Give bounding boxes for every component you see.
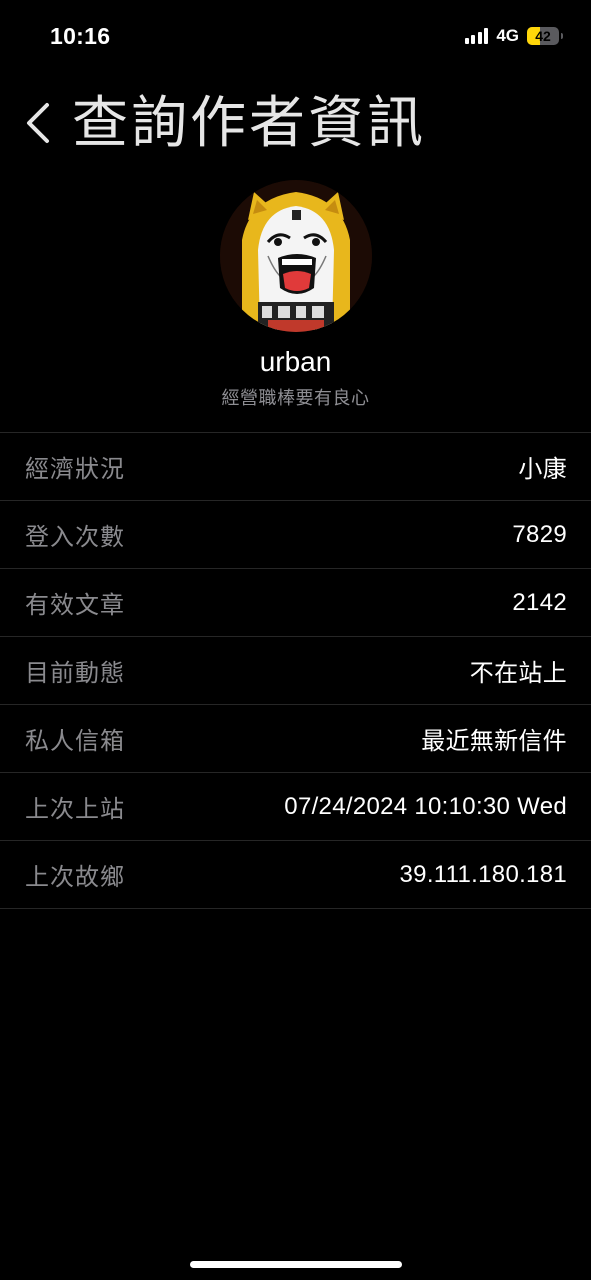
home-indicator[interactable] <box>190 1261 402 1268</box>
back-button[interactable] <box>18 98 58 148</box>
info-label: 有效文章 <box>25 592 125 619</box>
info-value: 小康 <box>518 456 567 483</box>
battery-icon: 42 <box>527 27 563 45</box>
info-row-current-status: 目前動態 不在站上 <box>0 637 591 705</box>
author-info-list: 經濟狀況 小康 登入次數 7829 有效文章 2142 目前動態 不在站上 私人… <box>0 432 591 909</box>
info-row-valid-posts: 有效文章 2142 <box>0 569 591 637</box>
info-label: 上次故鄉 <box>25 864 125 891</box>
info-value: 2142 <box>512 588 567 616</box>
info-row-last-login: 上次上站 07/24/2024 10:10:30 Wed <box>0 773 591 841</box>
avatar-image <box>220 180 372 332</box>
info-row-economy: 經濟狀況 小康 <box>0 433 591 501</box>
page-title: 查詢作者資訊 <box>72 91 426 156</box>
info-row-last-ip: 上次故鄉 39.111.180.181 <box>0 841 591 909</box>
status-bar: 10:16 4G 42 <box>0 0 591 76</box>
info-value: 不在站上 <box>469 660 567 687</box>
chevron-left-icon <box>27 103 49 143</box>
username: urban <box>259 346 332 377</box>
info-value: 39.111.180.181 <box>399 860 567 888</box>
nav-header: 查詢作者資訊 <box>0 86 591 162</box>
info-label: 上次上站 <box>25 796 125 823</box>
battery-percent: 42 <box>535 28 551 44</box>
info-label: 目前動態 <box>25 660 125 687</box>
info-value: 7829 <box>512 520 567 548</box>
cellular-signal-icon <box>464 28 489 44</box>
info-value: 最近無新信件 <box>421 728 567 755</box>
info-label: 私人信箱 <box>25 728 125 755</box>
info-row-mailbox: 私人信箱 最近無新信件 <box>0 705 591 773</box>
info-row-login-count: 登入次數 7829 <box>0 501 591 569</box>
avatar <box>220 180 372 332</box>
info-value: 07/24/2024 10:10:30 Wed <box>284 792 567 820</box>
network-type: 4G <box>496 26 519 45</box>
info-label: 登入次數 <box>25 524 125 551</box>
nickname: 經營職棒要有良心 <box>221 388 370 408</box>
status-indicators: 4G 42 <box>464 26 563 46</box>
info-label: 經濟狀況 <box>25 456 125 483</box>
status-time: 10:16 <box>50 23 111 49</box>
